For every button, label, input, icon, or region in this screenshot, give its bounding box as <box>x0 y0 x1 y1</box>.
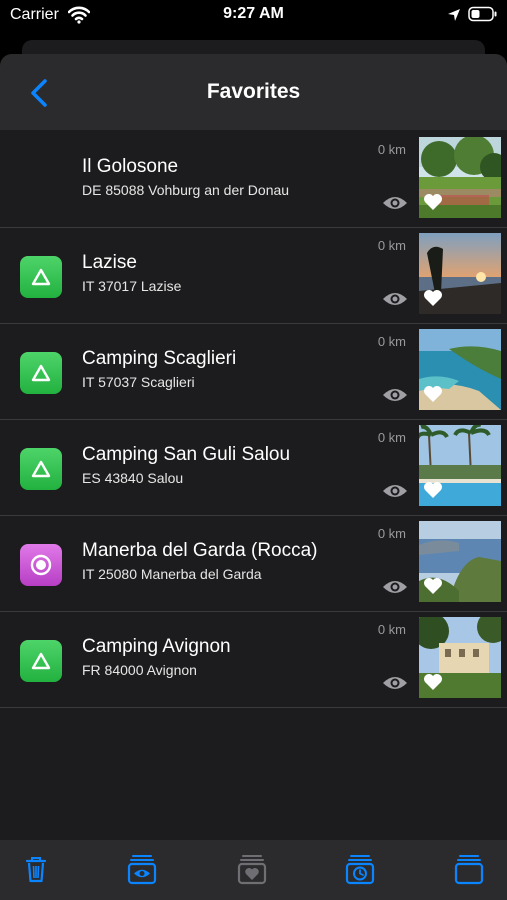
navigation-bar: Favorites <box>0 54 507 130</box>
favorite-distance: 0 km <box>377 334 406 349</box>
favorite-row[interactable]: Il Golosone DE 85088 Vohburg an der Dona… <box>0 132 507 228</box>
stack-heart-icon <box>237 855 267 885</box>
stack-eye-icon[interactable] <box>126 852 158 886</box>
favorite-distance: 0 km <box>377 238 406 253</box>
favorite-title: Manerba del Garda (Rocca) <box>82 540 318 561</box>
stack-clock-icon[interactable] <box>344 852 376 886</box>
status-bar: Carrier 9:27 AM <box>0 0 507 32</box>
favorite-title: Il Golosone <box>82 156 179 177</box>
favorite-address: ES 43840 Salou <box>82 470 184 486</box>
favorite-distance: 0 km <box>377 430 406 445</box>
favorite-title: Camping Scaglieri <box>82 348 237 369</box>
favorite-distance: 0 km <box>377 622 406 637</box>
camping-triangle-icon <box>20 640 62 682</box>
favorite-distance: 0 km <box>377 142 406 157</box>
favorite-distance: 0 km <box>377 526 406 541</box>
heart-icon[interactable] <box>423 385 443 403</box>
favorites-list: Il Golosone DE 85088 Vohburg an der Dona… <box>0 132 507 708</box>
favorite-address: DE 85088 Vohburg an der Donau <box>82 182 290 198</box>
favorite-address: IT 57037 Scaglieri <box>82 374 195 390</box>
favorite-row[interactable]: Camping Scaglieri IT 57037 Scaglieri 0 k… <box>0 324 507 420</box>
poi-circle-icon <box>20 544 62 586</box>
eye-icon[interactable] <box>382 482 408 500</box>
italy-flag-icon <box>20 166 62 194</box>
heart-icon[interactable] <box>423 193 443 211</box>
eye-icon[interactable] <box>382 194 408 212</box>
heart-icon[interactable] <box>423 289 443 307</box>
eye-icon[interactable] <box>382 578 408 596</box>
favorite-row[interactable]: Manerba del Garda (Rocca) IT 25080 Maner… <box>0 516 507 612</box>
favorite-title: Camping Avignon <box>82 636 231 657</box>
favorite-address: IT 25080 Manerba del Garda <box>82 566 262 582</box>
eye-icon[interactable] <box>382 386 408 404</box>
clock-label: 9:27 AM <box>223 5 284 22</box>
camping-triangle-icon <box>20 256 62 298</box>
location-arrow-icon <box>448 9 460 21</box>
heart-icon[interactable] <box>423 577 443 595</box>
favorite-title: Lazise <box>82 252 137 273</box>
eye-icon[interactable] <box>382 290 408 308</box>
page-title: Favorites <box>206 80 301 103</box>
favorite-title: Camping San Guli Salou <box>82 444 291 465</box>
camping-triangle-icon <box>20 448 62 490</box>
eye-icon[interactable] <box>382 674 408 692</box>
trash-icon[interactable] <box>20 852 52 886</box>
favorite-address: IT 37017 Lazise <box>82 278 182 294</box>
favorite-address: FR 84000 Avignon <box>82 662 197 678</box>
favorite-row[interactable]: Camping Avignon FR 84000 Avignon 0 km <box>0 612 507 708</box>
camping-triangle-icon <box>20 352 62 394</box>
stack-icon[interactable] <box>453 852 485 886</box>
favorite-row[interactable]: Lazise IT 37017 Lazise 0 km <box>0 228 507 324</box>
bottom-toolbar <box>0 840 507 900</box>
heart-icon[interactable] <box>423 673 443 691</box>
battery-icon <box>468 6 497 22</box>
heart-icon[interactable] <box>423 481 443 499</box>
favorites-sheet: Favorites Il Golosone DE 85088 Vohburg a… <box>0 54 507 900</box>
favorite-row[interactable]: Camping San Guli Salou ES 43840 Salou 0 … <box>0 420 507 516</box>
